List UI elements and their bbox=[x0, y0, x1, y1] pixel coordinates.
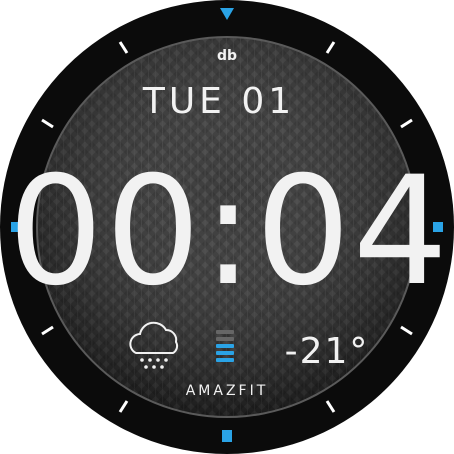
temperature-text: -21° bbox=[285, 331, 370, 372]
watch-face: db TUE 01 00:04 -21° AMAZFIT bbox=[0, 0, 454, 454]
brand-mark: db bbox=[217, 48, 237, 64]
watch-face-svg: db TUE 01 00:04 -21° AMAZFIT bbox=[0, 0, 454, 454]
time-text: 00:04 bbox=[8, 145, 450, 319]
brand-text: AMAZFIT bbox=[186, 383, 269, 399]
date-text: TUE 01 bbox=[142, 81, 295, 122]
six-marker bbox=[222, 430, 232, 442]
